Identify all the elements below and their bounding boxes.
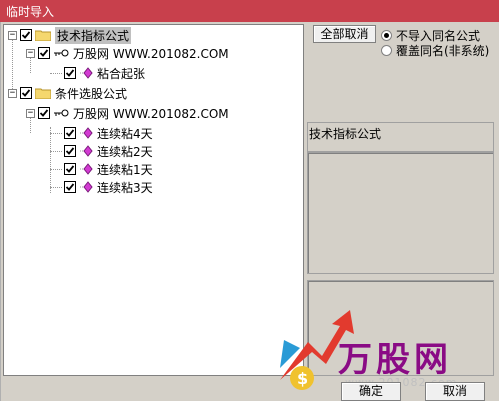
tree-node-formula[interactable]: 连续粘1天 — [64, 160, 153, 178]
checkbox[interactable] — [38, 47, 50, 59]
checkbox[interactable] — [64, 67, 76, 79]
formula-icon — [80, 163, 93, 175]
collapse-icon[interactable]: − — [26, 48, 35, 58]
checkbox[interactable] — [64, 145, 76, 157]
tree-node-label: 万股网 WWW.201082.COM — [73, 106, 229, 121]
tree-line — [50, 151, 62, 152]
radio-selected-icon[interactable] — [381, 30, 392, 41]
collapse-icon[interactable]: − — [8, 88, 17, 98]
tree-line — [50, 169, 62, 170]
tree-node-label: 连续粘4天 — [97, 126, 153, 141]
tree-node-author[interactable]: − 万股网 WWW.201082.COM — [26, 44, 229, 62]
key-icon — [54, 49, 69, 57]
tree-line — [50, 187, 62, 188]
window-title: 临时导入 — [6, 5, 55, 19]
formula-tree[interactable]: − 技术指标公式 − 万股网 WWW.201082.COM 粘合起张 − 条件选… — [3, 24, 304, 376]
cancel-button[interactable]: 取消 — [425, 382, 485, 401]
checkbox[interactable] — [64, 163, 76, 175]
radio-overwrite[interactable]: 覆盖同名(非系统) — [381, 42, 489, 59]
folder-icon — [35, 88, 51, 99]
tree-line — [50, 127, 51, 193]
formula-icon — [80, 127, 93, 139]
key-icon — [54, 109, 69, 117]
tree-node-formula[interactable]: 连续粘3天 — [64, 178, 153, 196]
tree-node-author[interactable]: − 万股网 WWW.201082.COM — [26, 104, 229, 122]
tree-node-formula[interactable]: 粘合起张 — [64, 64, 145, 82]
checkbox[interactable] — [20, 29, 32, 41]
tree-node-formula[interactable]: 连续粘4天 — [64, 124, 153, 142]
folder-icon — [35, 30, 51, 41]
tree-node-label: 粘合起张 — [97, 66, 146, 81]
checkbox[interactable] — [64, 127, 76, 139]
collapse-icon[interactable]: − — [26, 108, 35, 118]
checkbox[interactable] — [38, 107, 50, 119]
tree-node-formula[interactable]: 连续粘2天 — [64, 142, 153, 160]
info-description-panel — [307, 152, 494, 274]
tree-node-label: 条件选股公式 — [55, 86, 128, 101]
formula-icon — [80, 145, 93, 157]
tree-node-label: 连续粘2天 — [97, 144, 153, 159]
radio-label: 覆盖同名(非系统) — [396, 44, 490, 58]
checkbox[interactable] — [64, 181, 76, 193]
tree-node-label: 技术指标公式 — [55, 26, 132, 44]
formula-icon — [80, 181, 93, 193]
radio-unselected-icon[interactable] — [381, 45, 392, 56]
watermark-logo-text: 万股网 — [338, 340, 452, 380]
info-type-label: 技术指标公式 — [309, 127, 382, 141]
tree-line — [50, 133, 62, 134]
svg-text:$: $ — [297, 369, 308, 388]
formula-icon — [80, 67, 93, 79]
title-bar: 临时导入 — [0, 0, 499, 22]
tree-node-stock-screening[interactable]: − 条件选股公式 — [8, 84, 127, 102]
tree-node-label: 连续粘3天 — [97, 180, 153, 195]
tree-line — [50, 73, 62, 74]
info-type-panel: 技术指标公式 — [307, 122, 494, 152]
tree-node-tech-indicators[interactable]: − 技术指标公式 — [8, 26, 132, 44]
tree-node-label: 连续粘1天 — [97, 162, 153, 177]
ok-button[interactable]: 确定 — [341, 382, 401, 401]
cancel-all-button[interactable]: 全部取消 — [313, 25, 376, 43]
collapse-icon[interactable]: − — [8, 30, 17, 40]
checkbox[interactable] — [20, 87, 32, 99]
tree-node-label: 万股网 WWW.201082.COM — [73, 46, 229, 61]
